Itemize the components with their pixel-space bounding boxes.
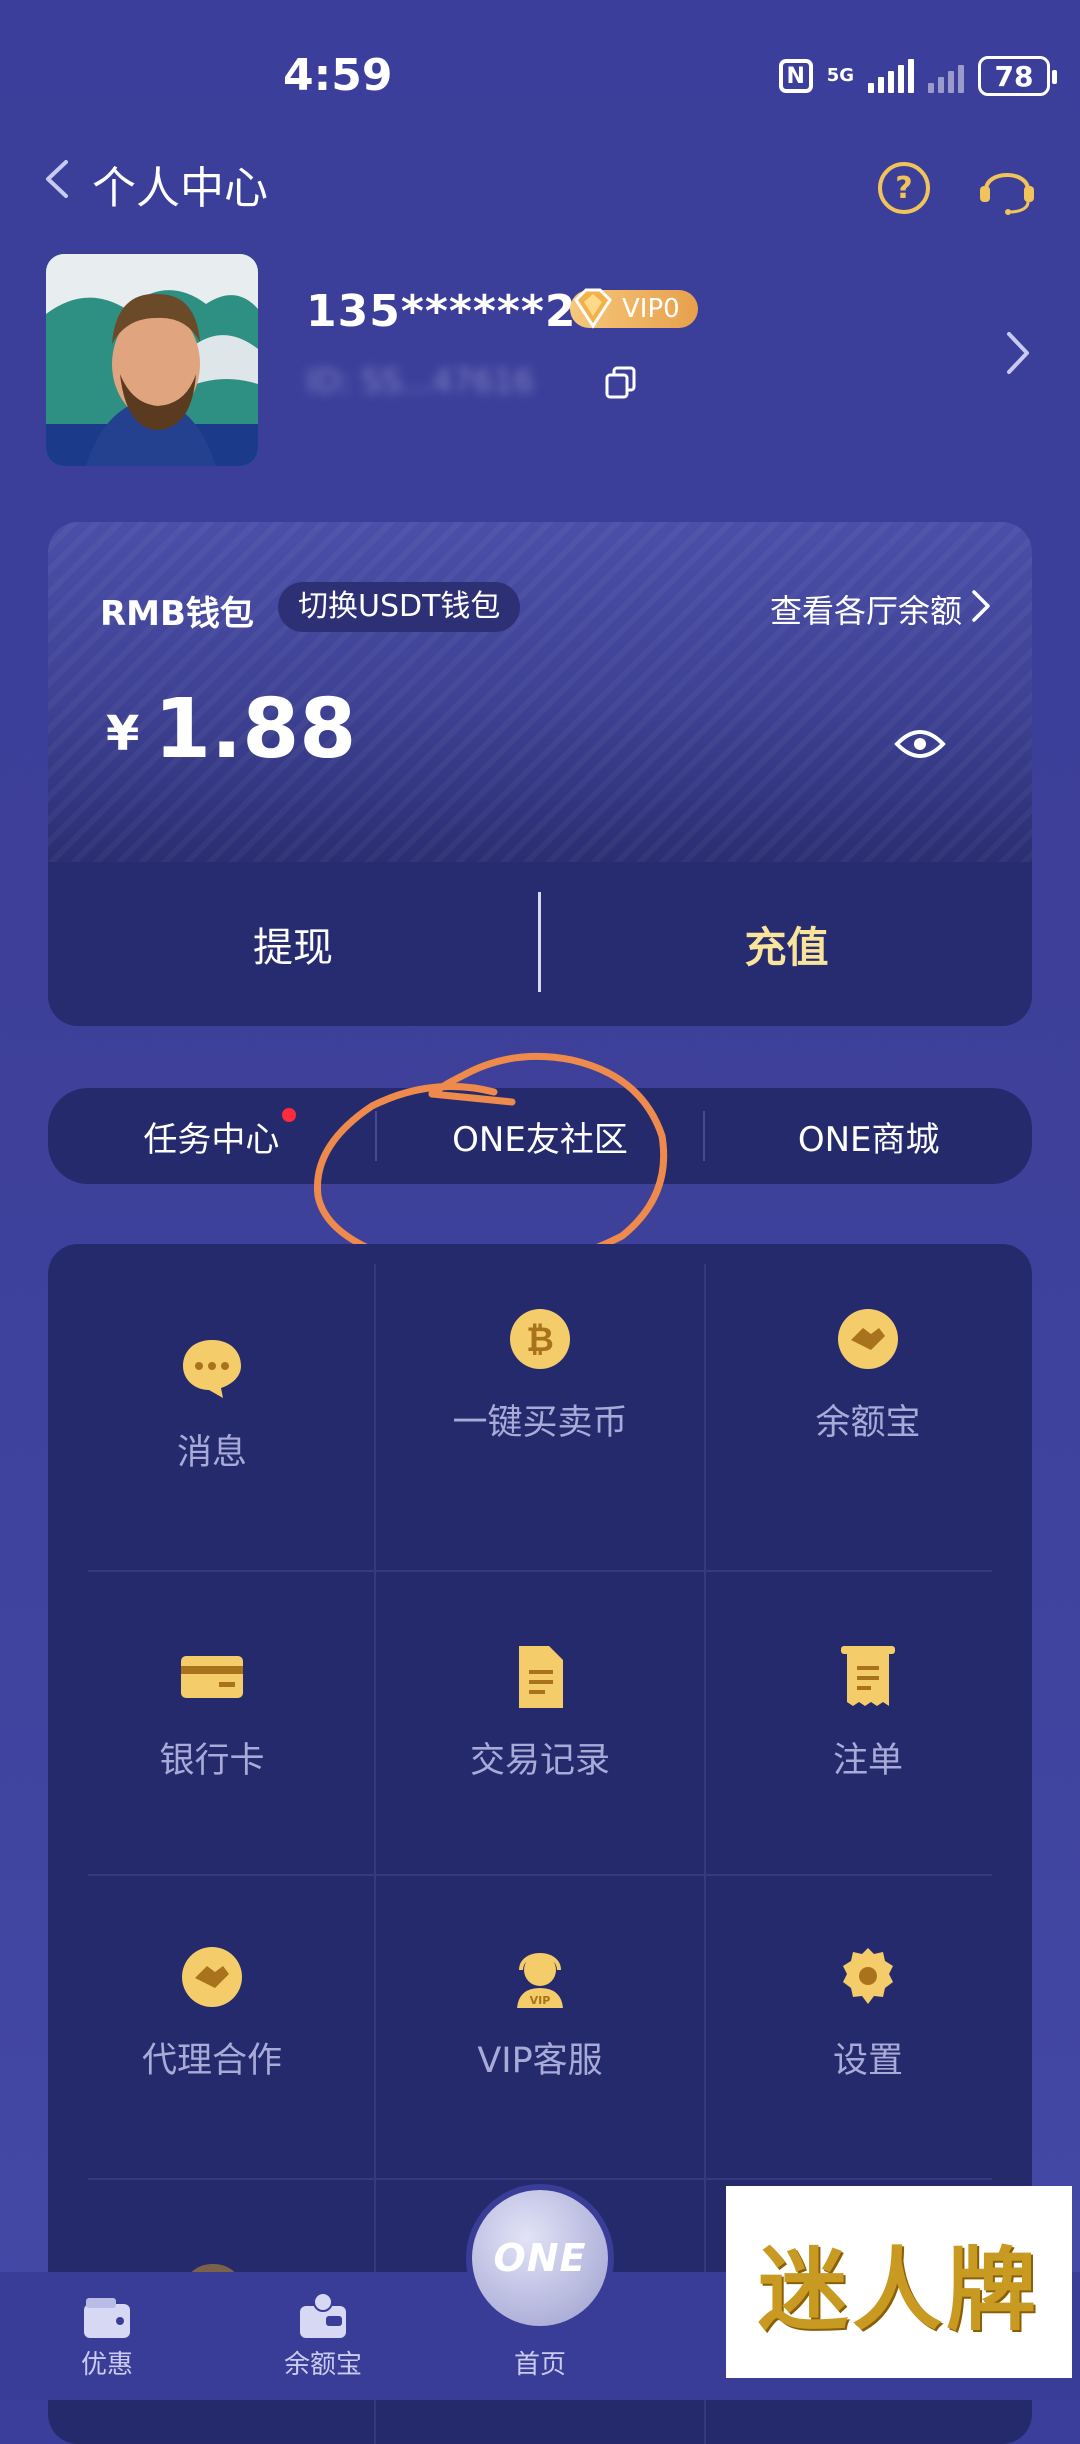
community-link[interactable]: ONE友社区: [377, 1112, 704, 1161]
grid-item-label: 交易记录: [469, 1741, 610, 1781]
grid-item-label: 注单: [832, 1741, 903, 1781]
signal-2-icon: [928, 59, 964, 93]
chevron-right-icon[interactable]: [1004, 330, 1032, 376]
bank-card-item[interactable]: 银行卡: [48, 1644, 376, 1783]
bank-card-icon: [181, 1656, 243, 1698]
quick-links-bar: 任务中心 ONE友社区 ONE商城: [48, 1088, 1032, 1184]
vip-support-item[interactable]: VIP VIP客服: [376, 1944, 704, 2083]
status-time: 4:59: [283, 50, 393, 101]
nav-home[interactable]: 首页: [465, 2344, 615, 2381]
quick-link-label: ONE商城: [797, 1119, 940, 1160]
svg-text:₿: ₿: [526, 1320, 554, 1360]
watermark-text: 迷人牌: [758, 2237, 1040, 2343]
chevron-right-icon[interactable]: [970, 588, 992, 624]
task-center-link[interactable]: 任务中心: [48, 1107, 375, 1161]
nav-label: 优惠: [80, 2350, 133, 2380]
network-type: 5G: [826, 65, 854, 86]
svg-text:?: ?: [895, 171, 912, 206]
svg-text:VIP: VIP: [530, 1994, 551, 2007]
transaction-records-item[interactable]: 交易记录: [376, 1644, 704, 1783]
deposit-button[interactable]: 充值: [541, 862, 1032, 1026]
avatar[interactable]: [46, 254, 258, 466]
notification-dot: [282, 1107, 296, 1122]
page-title: 个人中心: [92, 163, 268, 214]
grid-item-label: 银行卡: [159, 1741, 265, 1781]
chat-bubble-icon: [183, 1340, 241, 1398]
nav-yuebao[interactable]: 余额宝: [248, 2290, 398, 2381]
grid-item-label: 消息: [176, 1433, 247, 1473]
battery-indicator: 78: [978, 56, 1057, 96]
view-balances-link[interactable]: 查看各厅余额: [770, 586, 962, 632]
handshake-icon: [182, 1947, 242, 2007]
user-phone: 135******27: [306, 286, 609, 337]
copy-icon[interactable]: [604, 366, 638, 400]
nav-label: 首页: [513, 2350, 566, 2380]
divider: [88, 1570, 992, 1572]
divider: [88, 1874, 992, 1876]
status-icons: N 5G 78: [778, 56, 1057, 96]
nfc-icon: N: [778, 59, 813, 93]
wallet-card: RMB钱包 切换USDT钱包 查看各厅余额 ¥ 1.88 提现 充值: [48, 522, 1032, 1026]
nav-label: 余额宝: [283, 2350, 362, 2380]
signal-icon: [868, 59, 914, 93]
quick-link-label: ONE友社区: [452, 1119, 628, 1160]
quick-link-label: 任务中心: [143, 1119, 280, 1160]
home-button[interactable]: ONE: [472, 2190, 608, 2326]
settings-item[interactable]: 设置: [704, 1944, 1032, 2083]
nav-promotions[interactable]: 优惠: [32, 2290, 182, 2381]
document-icon: [519, 1646, 563, 1708]
home-logo: ONE: [493, 2236, 587, 2280]
messages-item[interactable]: 消息: [48, 1336, 376, 1475]
help-icon[interactable]: ?: [876, 160, 932, 216]
buy-sell-coin-item[interactable]: ₿ 一键买卖币: [376, 1306, 704, 1445]
grid-item-label: 余额宝: [815, 1403, 921, 1443]
back-arrow-icon[interactable]: [42, 158, 72, 200]
handshake-icon: [838, 1309, 898, 1369]
switch-wallet-button[interactable]: 切换USDT钱包: [278, 582, 521, 632]
wallet-icon: [300, 2292, 346, 2338]
grid-item-label: 一键买卖币: [452, 1403, 628, 1443]
mall-link[interactable]: ONE商城: [705, 1112, 1032, 1161]
yuebao-item[interactable]: 余额宝: [704, 1306, 1032, 1445]
customer-service-icon[interactable]: [976, 158, 1038, 216]
bitcoin-icon: ₿: [510, 1309, 570, 1369]
withdraw-button[interactable]: 提现: [48, 862, 538, 1026]
currency-symbol: ¥: [106, 706, 140, 762]
user-id: ID: SS...47616: [306, 362, 534, 400]
divider: [88, 2178, 992, 2180]
grid-item-label: VIP客服: [477, 2041, 603, 2081]
bet-records-item[interactable]: 注单: [704, 1644, 1032, 1783]
gear-icon: [843, 1948, 893, 2004]
agent-cooperation-item[interactable]: 代理合作: [48, 1944, 376, 2083]
grid-item-label: 设置: [832, 2041, 903, 2081]
vip-support-icon: VIP: [517, 1953, 563, 2008]
watermark-logo: 迷人牌: [726, 2186, 1072, 2378]
diamond-icon: [574, 288, 612, 329]
eye-icon[interactable]: [894, 726, 946, 762]
wallet-gift-icon: [84, 2298, 130, 2338]
receipt-icon: [841, 1646, 895, 1706]
wallet-balance: 1.88: [154, 682, 357, 777]
wallet-title: RMB钱包: [100, 594, 254, 634]
grid-item-label: 代理合作: [141, 2041, 282, 2081]
